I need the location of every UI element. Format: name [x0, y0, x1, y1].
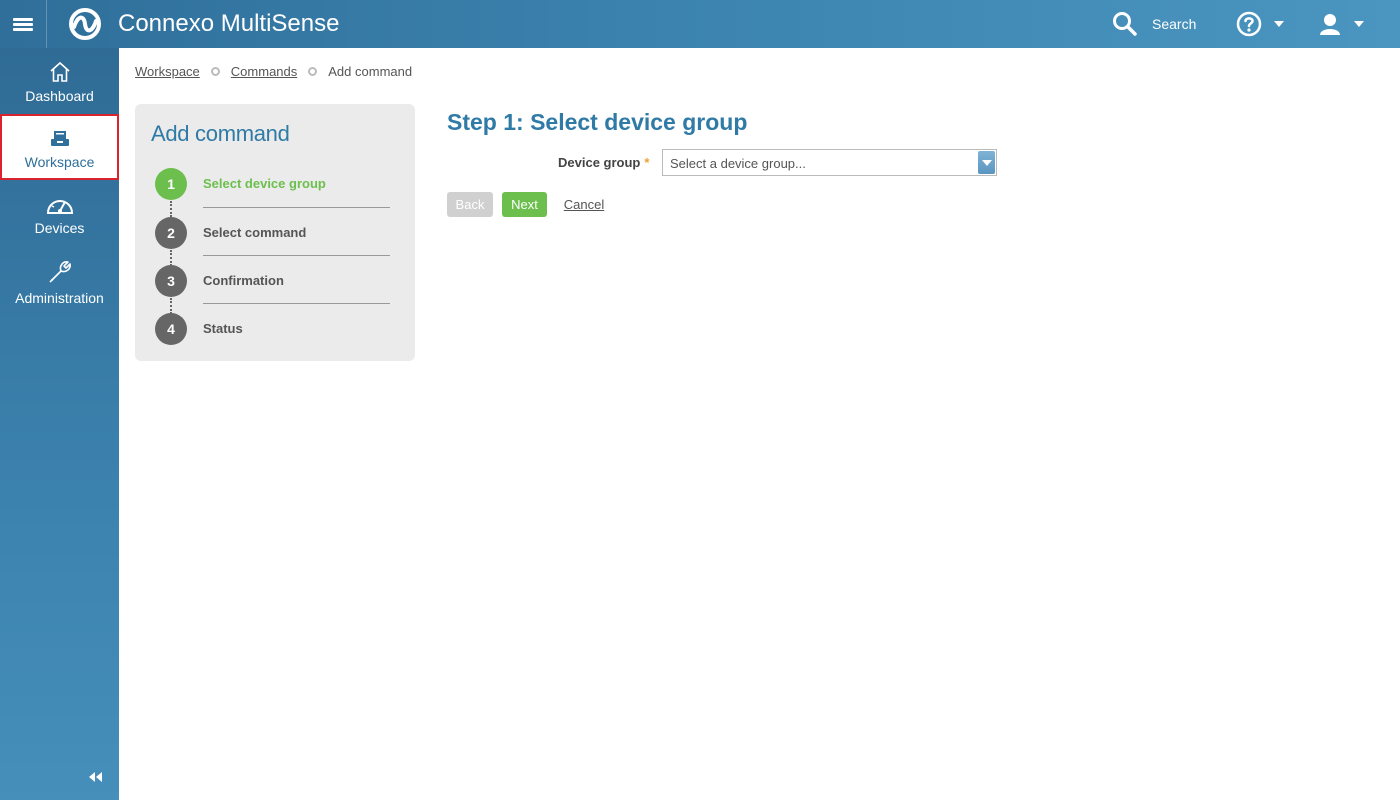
step-label: Select device group: [203, 176, 326, 191]
step-connector: [170, 250, 172, 266]
sidebar-item-devices[interactable]: Devices: [0, 181, 119, 247]
step-divider: [203, 207, 390, 208]
back-button[interactable]: Back: [447, 192, 493, 217]
step-divider: [203, 255, 390, 256]
step-number: 3: [155, 265, 187, 297]
hamburger-menu-icon[interactable]: [0, 0, 47, 48]
dropdown-arrow-icon[interactable]: [978, 151, 995, 174]
sidebar-item-label: Workspace: [24, 154, 95, 170]
breadcrumb: Workspace Commands Add command: [135, 64, 412, 79]
sidebar-item-administration[interactable]: Administration: [0, 248, 119, 314]
collapse-sidebar-button[interactable]: [87, 770, 103, 788]
device-group-combobox[interactable]: Select a device group...: [662, 149, 997, 176]
step-number: 4: [155, 313, 187, 345]
user-icon: [1320, 14, 1340, 35]
chevron-down-icon: [1354, 21, 1364, 27]
breadcrumb-workspace[interactable]: Workspace: [135, 64, 200, 79]
device-group-label: Device group *: [558, 155, 649, 170]
step-label: Status: [203, 321, 243, 336]
wrench-icon: [48, 261, 71, 283]
connexo-logo: [69, 8, 101, 40]
step-number: 1: [155, 168, 187, 200]
wizard-title: Add command: [151, 121, 290, 146]
step-label: Select command: [203, 225, 307, 240]
search-icon: [1113, 12, 1137, 36]
next-button[interactable]: Next: [502, 192, 547, 217]
user-menu-button[interactable]: [1318, 10, 1364, 38]
breadcrumb-separator-icon: [308, 67, 318, 76]
double-chevron-left-icon: [89, 772, 102, 782]
cancel-button[interactable]: Cancel: [564, 192, 604, 217]
step-divider: [203, 303, 390, 304]
search-button[interactable]: Search: [1112, 0, 1196, 48]
sidebar-item-label: Devices: [34, 220, 85, 236]
sidebar-item-workspace[interactable]: Workspace: [0, 114, 119, 180]
wizard-step-1[interactable]: 1 Select device group: [155, 168, 395, 202]
workspace-icon: [50, 131, 69, 146]
search-label: Search: [1152, 16, 1197, 32]
chevron-down-icon: [1274, 21, 1284, 27]
help-menu-button[interactable]: [1236, 10, 1284, 38]
question-circle-icon: [1236, 11, 1262, 37]
wizard-step-3[interactable]: 3 Confirmation: [155, 265, 395, 299]
wizard-step-4[interactable]: 4 Status: [155, 313, 395, 347]
sidebar-item-label: Dashboard: [25, 88, 94, 104]
step-connector: [170, 298, 172, 314]
breadcrumb-current: Add command: [328, 64, 413, 79]
step-number: 2: [155, 217, 187, 249]
wizard-panel: Add command 1 Select device group 2 Sele…: [135, 104, 415, 361]
sidebar-item-label: Administration: [15, 290, 104, 306]
step-heading: Step 1: Select device group: [447, 109, 748, 135]
gauge-icon: [46, 200, 73, 214]
wizard-step-2[interactable]: 2 Select command: [155, 217, 395, 251]
app-title: Connexo MultiSense: [118, 10, 340, 37]
top-header: Connexo MultiSense Search: [0, 0, 1400, 48]
required-mark: *: [644, 155, 650, 170]
sidebar: Dashboard Workspace Devices Administrati…: [0, 48, 119, 800]
home-icon: [49, 61, 70, 82]
sidebar-item-dashboard[interactable]: Dashboard: [0, 48, 119, 114]
step-label: Confirmation: [203, 273, 284, 288]
device-group-label-text: Device group: [558, 155, 641, 170]
device-group-placeholder: Select a device group...: [670, 156, 806, 171]
step-connector: [170, 201, 172, 217]
breadcrumb-separator-icon: [210, 67, 220, 76]
breadcrumb-commands[interactable]: Commands: [231, 64, 297, 79]
